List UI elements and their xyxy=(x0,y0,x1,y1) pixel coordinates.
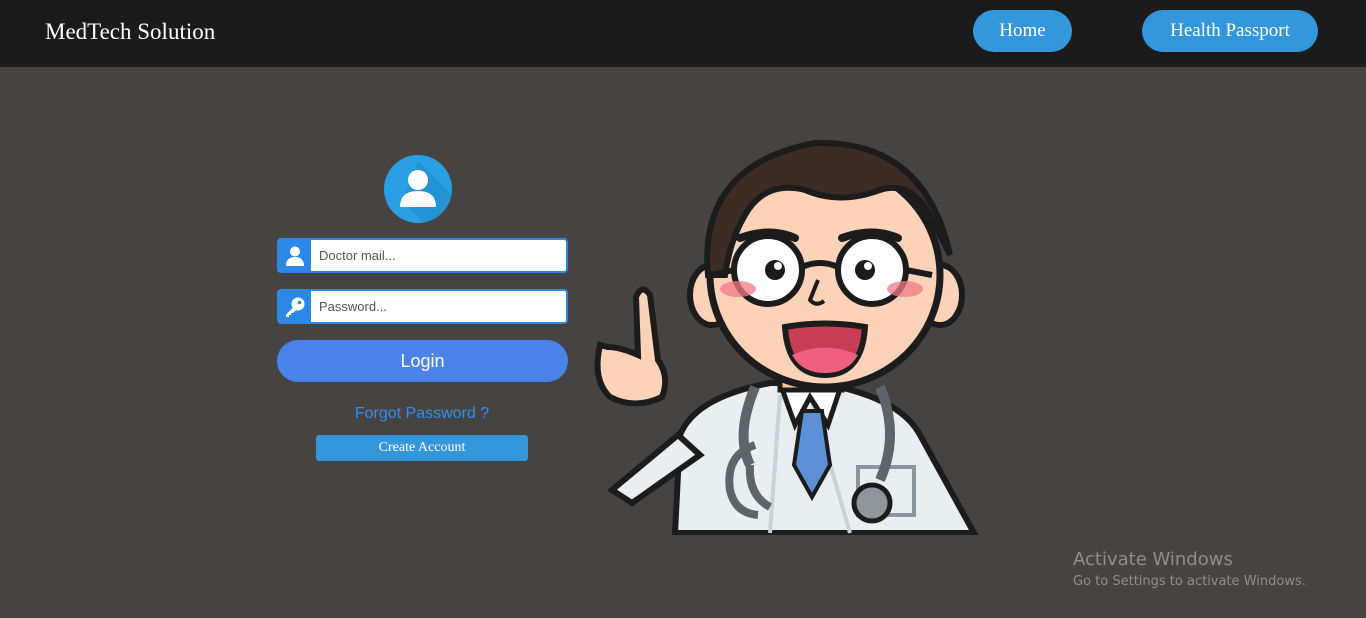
key-icon xyxy=(279,291,311,322)
password-field xyxy=(277,289,568,324)
brand-title: MedTech Solution xyxy=(45,19,216,44)
create-account-button[interactable]: Create Account xyxy=(316,435,528,461)
password-input[interactable] xyxy=(313,291,563,322)
home-button[interactable]: Home xyxy=(973,10,1072,52)
user-avatar-icon xyxy=(384,155,452,223)
activate-windows-watermark: Activate Windows Go to Settings to activ… xyxy=(1073,549,1306,589)
user-icon xyxy=(279,240,311,271)
email-field xyxy=(277,238,568,273)
watermark-subtitle: Go to Settings to activate Windows. xyxy=(1073,574,1306,589)
email-input[interactable] xyxy=(313,240,563,271)
health-passport-button[interactable]: Health Passport xyxy=(1142,10,1318,52)
forgot-password-link[interactable]: Forgot Password ? xyxy=(277,405,567,423)
watermark-title: Activate Windows xyxy=(1073,549,1233,570)
top-navbar: MedTech Solution Home Health Passport xyxy=(0,0,1366,67)
doctor-illustration xyxy=(594,139,979,535)
login-button[interactable]: Login xyxy=(277,340,568,382)
